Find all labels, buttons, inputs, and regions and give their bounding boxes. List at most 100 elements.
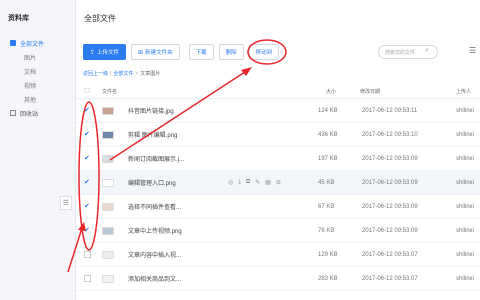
file-size: 67 KB [318, 203, 335, 210]
file-date: 2017-06-12 09:53:10 [362, 131, 418, 138]
file-thumbnail [102, 130, 114, 139]
sidebar-item-other[interactable]: 其他 [0, 92, 75, 106]
breadcrumb: 返回上一级 | 全部文件 > 文章图片 [83, 71, 161, 77]
sidebar-item-trash[interactable]: 回收站 [0, 106, 75, 120]
row-action-icon[interactable]: ◎ [228, 179, 233, 186]
breadcrumb-root[interactable]: 全部文件 [113, 71, 133, 77]
header-size[interactable]: 大小 [326, 88, 336, 95]
file-uploader: shilinxi [456, 155, 475, 162]
row-checkbox[interactable]: ✔ [84, 131, 91, 138]
search-input[interactable]: 搜索您的文件 [378, 45, 438, 59]
new-folder-button[interactable]: ⊞ 新建文件夹 [131, 44, 180, 60]
back-link[interactable]: 返回上一级 [83, 71, 108, 77]
upload-icon: ⇪ [90, 49, 96, 56]
row-checkbox[interactable] [84, 275, 91, 282]
row-action-icon[interactable]: ✎ [255, 179, 260, 186]
row-action-icon[interactable]: ⧉ [246, 179, 250, 186]
table-row[interactable]: ✔ 抖音图片链接.jpg 124 KB 2017-06-12 09:53:11 shil… [76, 99, 480, 123]
sidebar-item-label: 回收站 [20, 111, 39, 118]
sidebar-item-label: 文档 [24, 69, 37, 76]
row-checkbox[interactable] [84, 251, 91, 258]
new-folder-label: 新建文件夹 [145, 50, 173, 56]
sidebar: 资料库 全部文件 图片 文档 视频 其他 回收站 ☰ [0, 0, 76, 300]
trash-icon [10, 110, 16, 116]
file-name[interactable]: 文章内容中插入视... [128, 250, 208, 259]
file-date: 2017-06-12 09:53:07 [362, 275, 418, 282]
file-name[interactable]: 添加相关商品到文... [128, 274, 208, 283]
table-row[interactable]: 添加相关商品到文... 283 KB 2017-06-12 09:53:07 shil… [76, 267, 480, 291]
download-button[interactable]: 下载 [188, 44, 214, 60]
header-user[interactable]: 上传人 [456, 88, 471, 95]
table-row[interactable]: ✔ 编辑管理入口.png ◎ ⤓ ⧉ ✎ ▤ ⊘ 45 KB 2017-06-12 09:53:0… [76, 171, 480, 195]
row-actions: ◎ ⤓ ⧉ ✎ ▤ ⊘ [228, 179, 281, 186]
file-name[interactable]: 新闻订阅截图展示.j... [128, 154, 208, 163]
table-row[interactable]: 文章内容中插入视... 129 KB 2017-06-12 09:53:07 shil… [76, 243, 480, 267]
sidebar-item-videos[interactable]: 视频 [0, 78, 75, 92]
folder-plus-icon: ⊞ [138, 49, 144, 56]
sidebar-item-label: 视频 [24, 83, 37, 90]
folder-icon [10, 40, 16, 46]
file-uploader: shilinxi [456, 251, 475, 258]
file-name[interactable]: 抖音图片链接.jpg [128, 106, 208, 115]
file-size: 76 KB [318, 227, 335, 234]
row-checkbox[interactable]: ✔ [84, 107, 91, 114]
table-header: ☐ 文件名 大小 修改日期 上传人 [76, 84, 480, 99]
file-name[interactable]: 剪辑 图片编辑.png [128, 130, 208, 139]
file-date: 2017-06-12 09:53:09 [362, 203, 418, 210]
row-action-icon[interactable]: ⤓ [238, 179, 241, 186]
file-date: 2017-06-12 09:53:09 [362, 155, 418, 162]
file-thumbnail [102, 106, 114, 115]
file-size: 283 KB [318, 275, 338, 282]
file-thumbnail [102, 274, 114, 283]
sidebar-item-images[interactable]: 图片 [0, 50, 75, 64]
file-uploader: shilinxi [456, 179, 475, 186]
file-date: 2017-06-12 09:53:09 [362, 227, 418, 234]
sidebar-item-all-files[interactable]: 全部文件 [0, 36, 75, 50]
row-checkbox[interactable]: ✔ [84, 179, 91, 186]
file-name[interactable]: 选择不同插件查看... [128, 202, 208, 211]
table-row[interactable]: ✔ 剪辑 图片编辑.png 436 KB 2017-06-12 09:53:10 shi… [76, 123, 480, 147]
sidebar-item-label: 全部文件 [20, 41, 45, 48]
header-date[interactable]: 修改日期 [360, 88, 380, 95]
sidebar-item-label: 其他 [24, 97, 37, 104]
file-thumbnail [102, 250, 114, 259]
table-row[interactable]: ✔ 文章中上传视频.png 76 KB 2017-06-12 09:53:09 shil… [76, 219, 480, 243]
file-size: 124 KB [318, 107, 338, 114]
move-to-button[interactable]: 移动到 [248, 44, 280, 60]
file-uploader: shilinxi [456, 131, 475, 138]
file-uploader: shilinxi [456, 275, 475, 282]
file-thumbnail [102, 202, 114, 211]
file-date: 2017-06-12 09:53:11 [362, 107, 418, 114]
select-all-checkbox[interactable]: ☐ [84, 88, 91, 95]
file-uploader: shilinxi [456, 227, 475, 234]
sidebar-item-docs[interactable]: 文档 [0, 64, 75, 78]
file-date: 2017-06-12 09:53:09 [362, 179, 418, 186]
row-checkbox[interactable]: ✔ [84, 203, 91, 210]
row-checkbox[interactable]: ✔ [84, 155, 91, 162]
table-row[interactable]: ✔ 新闻订阅截图展示.j... 197 KB 2017-06-12 09:53:09 s… [76, 147, 480, 171]
row-action-icon[interactable]: ▤ [265, 179, 271, 186]
upload-label: 上传文件 [97, 50, 120, 56]
main-panel: 全部文件 ⇪ 上传文件 ⊞ 新建文件夹 下载 删除 移动到 搜索您的文件 ⌕ ☰… [76, 0, 480, 300]
header-name[interactable]: 文件名 [102, 88, 117, 95]
file-name[interactable]: 文章中上传视频.png [128, 226, 208, 235]
delete-button[interactable]: 删除 [218, 44, 244, 60]
file-size: 197 KB [318, 155, 338, 162]
table-row[interactable]: ✔ 选择不同插件查看... 67 KB 2017-06-12 09:53:09 shil… [76, 195, 480, 219]
file-thumbnail [102, 226, 114, 235]
file-date: 2017-06-12 09:53:07 [362, 251, 418, 258]
row-checkbox[interactable]: ✔ [84, 227, 91, 234]
breadcrumb-current: 文章图片 [140, 71, 161, 77]
file-uploader: shilinxi [456, 107, 475, 114]
search-icon[interactable]: ⌕ [425, 47, 429, 55]
collapse-sidebar-button[interactable]: ☰ [60, 196, 72, 210]
row-action-icon[interactable]: ⊘ [276, 179, 281, 186]
file-name[interactable]: 编辑管理入口.png [128, 178, 208, 187]
file-thumbnail [102, 154, 114, 163]
toolbar: ⇪ 上传文件 ⊞ 新建文件夹 下载 删除 移动到 [83, 44, 280, 60]
list-view-icon[interactable]: ☰ [469, 46, 476, 55]
upload-button[interactable]: ⇪ 上传文件 [83, 44, 127, 60]
file-table: ☐ 文件名 大小 修改日期 上传人 ✔ 抖音图片链接.jpg 124 KB 2017-… [76, 84, 480, 291]
sidebar-item-label: 图片 [24, 55, 37, 62]
file-size: 436 KB [318, 131, 338, 138]
